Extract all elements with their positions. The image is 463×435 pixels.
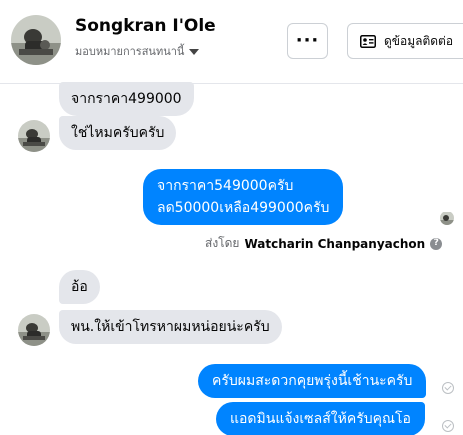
message-text: แอดมินแจ้งเซลส์ให้ครับคุณโอ <box>230 411 411 427</box>
contact-avatar[interactable] <box>11 15 61 65</box>
more-options-button[interactable]: ··· <box>287 23 328 59</box>
contact-name: Songkran I'Ole <box>75 16 216 36</box>
sender-photo-icon <box>18 120 50 152</box>
view-contact-info-button[interactable]: ดูข้อมูลติดต่อ <box>347 23 463 59</box>
sent-by-name: Watcharin Chanpanyachon <box>244 236 426 251</box>
message-text: จากราคา499000 <box>71 91 182 107</box>
caret-down-icon <box>189 49 200 55</box>
outgoing-message-bubble[interactable]: ครับผมสะดวกคุยพรุ่งนี้เช้านะครับ <box>198 364 427 398</box>
sent-by-prefix: ส่งโดย <box>205 236 240 250</box>
help-circle-icon[interactable]: ? <box>430 237 443 250</box>
incoming-message-bubble[interactable]: ใช่ไหมครับครับ <box>59 116 177 150</box>
sent-by-label: ส่งโดย Watcharin Chanpanyachon ? <box>205 234 443 253</box>
message-text: พน.ให้เข้าโทรหาผมหน่อยน่ะครับ <box>71 319 270 335</box>
message-text-line: ลด50000เหลือ499000ครับ <box>157 200 330 216</box>
message-text: อ้อ <box>71 279 88 295</box>
delivered-check-icon <box>442 382 454 394</box>
message-text: ใช่ไหมครับครับ <box>71 125 165 141</box>
outgoing-message-bubble[interactable]: แอดมินแจ้งเซลส์ให้ครับคุณโอ <box>216 402 425 435</box>
contact-photo-icon <box>11 15 61 65</box>
incoming-message-bubble[interactable]: จากราคา499000 <box>59 82 194 116</box>
seen-avatar-icon <box>440 212 454 225</box>
sender-avatar[interactable] <box>18 314 50 346</box>
assign-conversation-dropdown[interactable]: มอบหมายการสนทนานี้ <box>75 42 200 60</box>
incoming-message-bubble[interactable]: อ้อ <box>59 270 100 304</box>
message-text: ครับผมสะดวกคุยพรุ่งนี้เช้านะครับ <box>212 373 413 389</box>
delivered-check-icon <box>442 420 454 432</box>
outgoing-message-bubble[interactable]: จากราคา549000ครับ ลด50000เหลือ499000ครับ <box>143 169 344 225</box>
view-contact-info-label: ดูข้อมูลติดต่อ <box>384 33 454 48</box>
sender-photo-icon <box>18 314 50 346</box>
conversation-header: Songkran I'Ole มอบหมายการสนทนานี้ ··· ดู… <box>0 0 463 84</box>
assign-conversation-label: มอบหมายการสนทนานี้ <box>75 45 185 58</box>
more-horizontal-icon: ··· <box>295 30 320 51</box>
incoming-message-bubble[interactable]: พน.ให้เข้าโทรหาผมหน่อยน่ะครับ <box>59 310 282 344</box>
contact-card-icon <box>360 34 376 48</box>
seen-by-avatar <box>440 211 454 225</box>
sender-avatar[interactable] <box>18 120 50 152</box>
message-text-line: จากราคา549000ครับ <box>157 178 294 194</box>
